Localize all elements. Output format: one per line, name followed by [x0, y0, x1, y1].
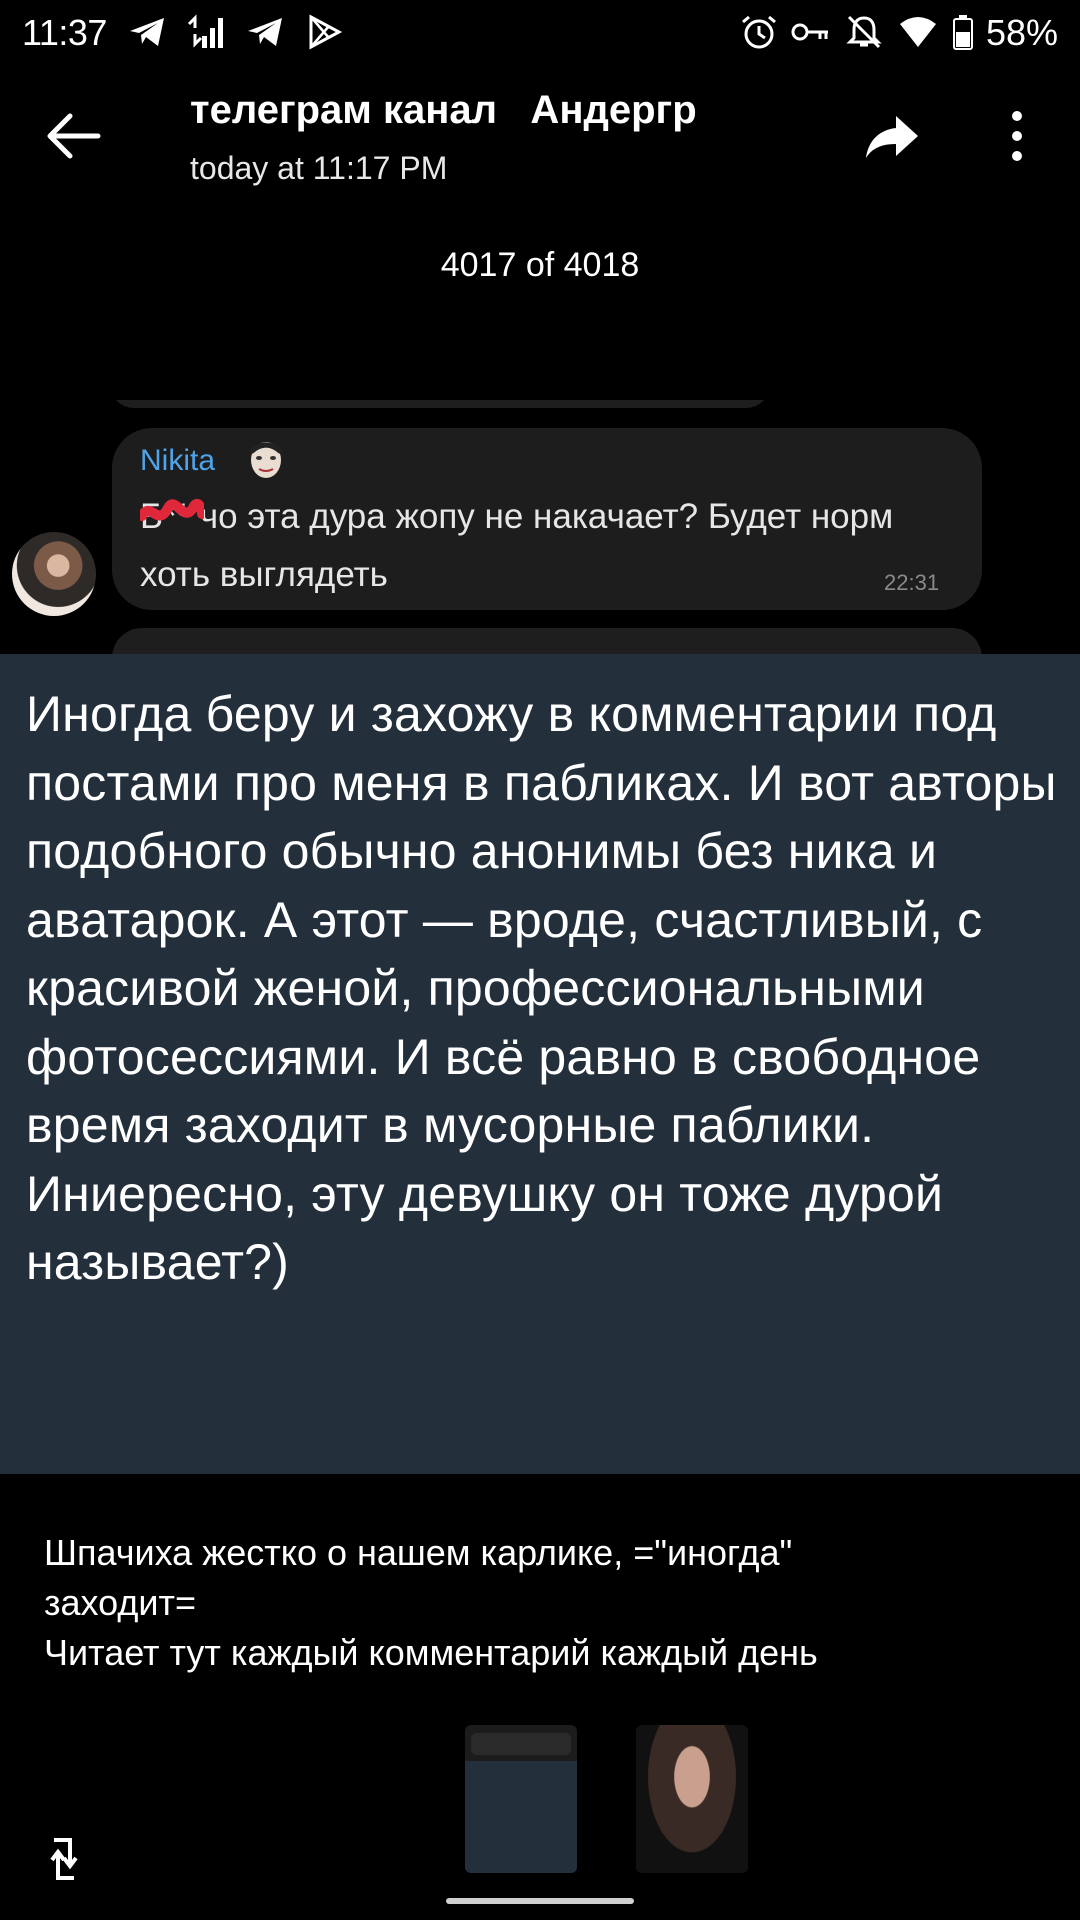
- previous-message-bubble: [110, 400, 770, 408]
- message-date: today at 11:17 PM: [190, 150, 448, 186]
- message-text: Б** чо эта дура жопу не накачает? Будет …: [140, 497, 894, 594]
- status-bar: 11:37 58%: [0, 0, 1080, 66]
- thumbnail-photo[interactable]: [636, 1725, 748, 1873]
- back-button[interactable]: [42, 108, 106, 164]
- chat-title: телеграм канал Андергр: [190, 88, 697, 132]
- comment-text: Иногда беру и захожу в комментарии под п…: [26, 686, 1057, 1290]
- alarm-icon: [742, 15, 776, 49]
- image-viewer[interactable]: Nikita Б** чо эта дура жопу не накачает?…: [0, 400, 1080, 1475]
- back-arrow-icon: [47, 113, 101, 159]
- forward-arrow-icon: [866, 116, 918, 158]
- rotate-icon: [50, 1838, 78, 1880]
- battery-icon: [953, 15, 973, 50]
- signal-icon: [187, 14, 223, 48]
- more-options-button[interactable]: [1002, 108, 1032, 164]
- status-time: 11:37: [22, 12, 107, 53]
- message-author: Nikita: [140, 444, 216, 477]
- comment-panel: Иногда беру и захожу в комментарии под п…: [0, 654, 1080, 1474]
- play-store-icon: [309, 14, 343, 50]
- caption-line: Шпачиха жестко о нашем карлике, ="иногда…: [44, 1532, 793, 1573]
- telegram-icon: [248, 18, 282, 46]
- media-counter: 4017 of 4018: [440, 246, 640, 284]
- caption-line: Читает тут каждый комментарий каждый ден…: [44, 1632, 818, 1673]
- notifications-off-icon: [846, 15, 882, 49]
- caption-line: заходит=: [44, 1582, 196, 1623]
- media-caption: Шпачиха жестко о нашем карлике, ="иногда…: [44, 1528, 1044, 1678]
- redaction-scribble: [140, 498, 204, 521]
- author-emoji-icon: [249, 442, 283, 478]
- message-time: 22:31: [884, 570, 940, 595]
- home-indicator: [446, 1898, 634, 1904]
- battery-percent: 58%: [985, 12, 1058, 53]
- more-vert-icon: [1012, 111, 1022, 161]
- author-avatar: [12, 532, 96, 616]
- wifi-icon: [900, 17, 936, 47]
- telegram-icon: [130, 18, 164, 46]
- thumbnail-screenshot[interactable]: [465, 1725, 577, 1873]
- share-button[interactable]: [862, 108, 922, 164]
- rotate-button[interactable]: [44, 1834, 84, 1884]
- vpn-key-icon: [791, 23, 828, 41]
